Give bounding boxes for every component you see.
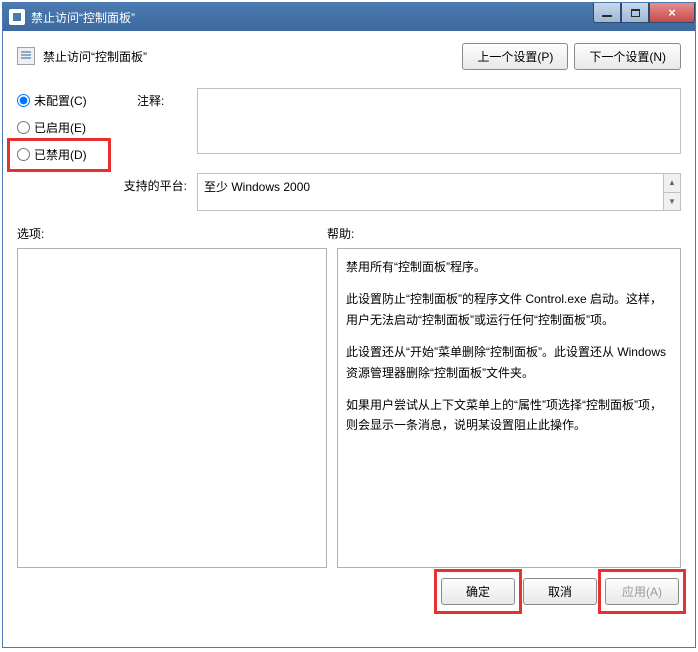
comment-textarea[interactable]: [197, 88, 681, 154]
close-button[interactable]: ×: [649, 3, 695, 23]
radio-disabled[interactable]: 已禁用(D): [17, 146, 137, 163]
cancel-button[interactable]: 取消: [523, 578, 597, 605]
platform-text: 至少 Windows 2000: [204, 180, 310, 194]
policy-editor-window: 禁止访问“控制面板” × 禁止访问“控制面板” 上一个设置(P) 下一个设置(N…: [2, 2, 696, 648]
window-icon: [9, 9, 25, 25]
radio-enabled-input[interactable]: [17, 121, 30, 134]
platform-up-button[interactable]: ▲: [663, 174, 680, 193]
radio-not-configured-input[interactable]: [17, 94, 30, 107]
apply-button[interactable]: 应用(A): [605, 578, 679, 605]
platform-down-button[interactable]: ▼: [663, 193, 680, 211]
radio-enabled-label: 已启用(E): [34, 119, 86, 136]
comment-label: 注释:: [137, 92, 197, 108]
platform-box: 至少 Windows 2000 ▲ ▼: [197, 173, 681, 211]
help-p3: 此设置还从“开始”菜单删除“控制面板”。此设置还从 Windows 资源管理器删…: [346, 342, 672, 383]
help-p2: 此设置防止“控制面板”的程序文件 Control.exe 启动。这样，用户无法启…: [346, 289, 672, 330]
policy-title: 禁止访问“控制面板”: [43, 48, 147, 65]
next-setting-button[interactable]: 下一个设置(N): [574, 43, 681, 70]
radio-not-configured-label: 未配置(C): [34, 92, 87, 109]
prev-setting-button[interactable]: 上一个设置(P): [462, 43, 568, 70]
options-panel: [17, 248, 327, 568]
options-label: 选项:: [17, 225, 327, 242]
help-p4: 如果用户尝试从上下文菜单上的“属性”项选择“控制面板”项，则会显示一条消息，说明…: [346, 395, 672, 436]
radio-not-configured[interactable]: 未配置(C): [17, 92, 137, 109]
help-label: 帮助:: [327, 225, 681, 242]
minimize-button[interactable]: [593, 3, 621, 23]
radio-enabled[interactable]: 已启用(E): [17, 119, 137, 136]
radio-disabled-input[interactable]: [17, 148, 30, 161]
policy-icon: [17, 47, 35, 65]
maximize-button[interactable]: [621, 3, 649, 23]
ok-button[interactable]: 确定: [441, 578, 515, 605]
titlebar: 禁止访问“控制面板” ×: [3, 3, 695, 31]
platform-label: 支持的平台:: [17, 173, 197, 211]
help-p1: 禁用所有“控制面板”程序。: [346, 257, 672, 277]
window-title: 禁止访问“控制面板”: [31, 9, 135, 26]
radio-disabled-label: 已禁用(D): [34, 146, 87, 163]
help-panel: 禁用所有“控制面板”程序。 此设置防止“控制面板”的程序文件 Control.e…: [337, 248, 681, 568]
